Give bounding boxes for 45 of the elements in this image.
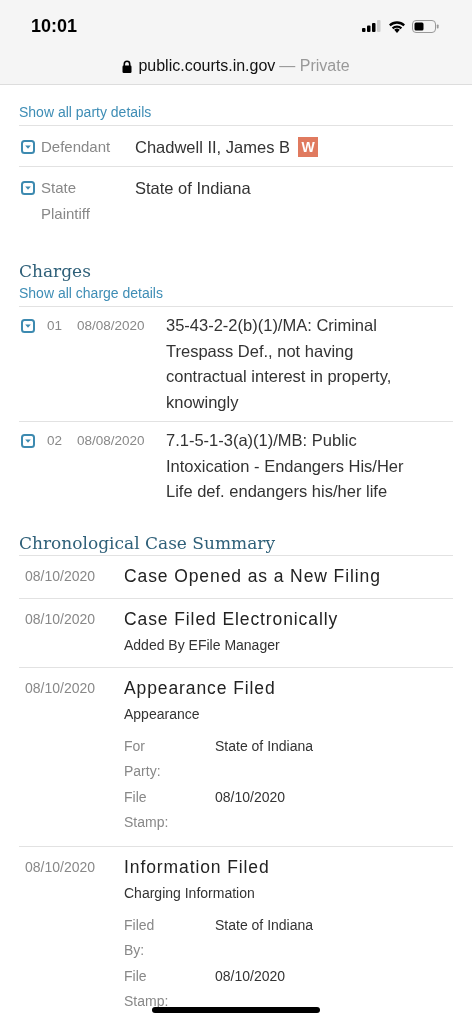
entry-date: 08/10/2020 (25, 566, 97, 586)
entry-title: Case Filed Electronically (124, 607, 340, 631)
charge-number: 02 (47, 432, 64, 450)
charge-description: 7.1-5-1-3(a)(1)/MB: Public Intoxication - Endangers His/Her Life def. endangers his/her life (166, 430, 405, 502)
field-value: State of Indiana (215, 736, 315, 756)
field-label: Filed By: (124, 915, 156, 960)
battery-icon (412, 19, 439, 33)
section-heading: Chronological Case Summary (19, 531, 277, 555)
charge-date: 08/08/2020 (77, 317, 146, 335)
wifi-icon (388, 19, 406, 33)
status-time: 10:01 (31, 15, 78, 37)
field-label: File Stamp: (124, 787, 170, 832)
private-mode-label: — Private (279, 57, 350, 75)
lock-icon (122, 59, 133, 73)
charge-number: 01 (47, 317, 64, 335)
entry-title: Information Filed (124, 855, 271, 879)
charge-date: 08/08/2020 (77, 432, 146, 450)
entry-date: 08/10/2020 (25, 678, 97, 698)
expand-icon[interactable] (21, 140, 35, 154)
signal-icon (362, 20, 382, 32)
party-name: Chadwell II, James B (135, 137, 290, 158)
field-value: 08/10/2020 (215, 966, 287, 986)
entry-title: Case Opened as a New Filing (124, 564, 382, 588)
field-value: State of Indiana (215, 915, 315, 935)
party-role: Defendant (41, 137, 111, 157)
expand-icon[interactable] (21, 434, 35, 448)
expand-icon[interactable] (21, 181, 35, 195)
entry-subtitle: Added By EFile Manager (124, 635, 281, 655)
show-details-link[interactable]: Show all charge details (19, 283, 163, 303)
field-label: For Party: (124, 736, 162, 781)
entry-date: 08/10/2020 (25, 609, 97, 629)
warrant-badge: W (298, 137, 318, 157)
charge-description: 35-43-2-2(b)(1)/MA: Criminal Trespass Def., not having contractual interest in property, knowingly (166, 315, 393, 413)
expand-icon[interactable] (21, 319, 35, 333)
entry-subtitle: Appearance (124, 704, 201, 724)
field-value: 08/10/2020 (215, 787, 287, 807)
show-details-link[interactable]: Show all party details (19, 102, 152, 122)
section-heading: Charges (19, 260, 92, 283)
url-text[interactable]: public.courts.in.gov (138, 57, 276, 75)
party-role: State Plaintiff (41, 178, 91, 224)
entry-date: 08/10/2020 (25, 857, 97, 877)
field-label: File Stamp: (124, 966, 170, 1011)
entry-title: Appearance Filed (124, 676, 277, 700)
party-name: State of Indiana (135, 178, 251, 199)
entry-subtitle: Charging Information (124, 883, 256, 903)
